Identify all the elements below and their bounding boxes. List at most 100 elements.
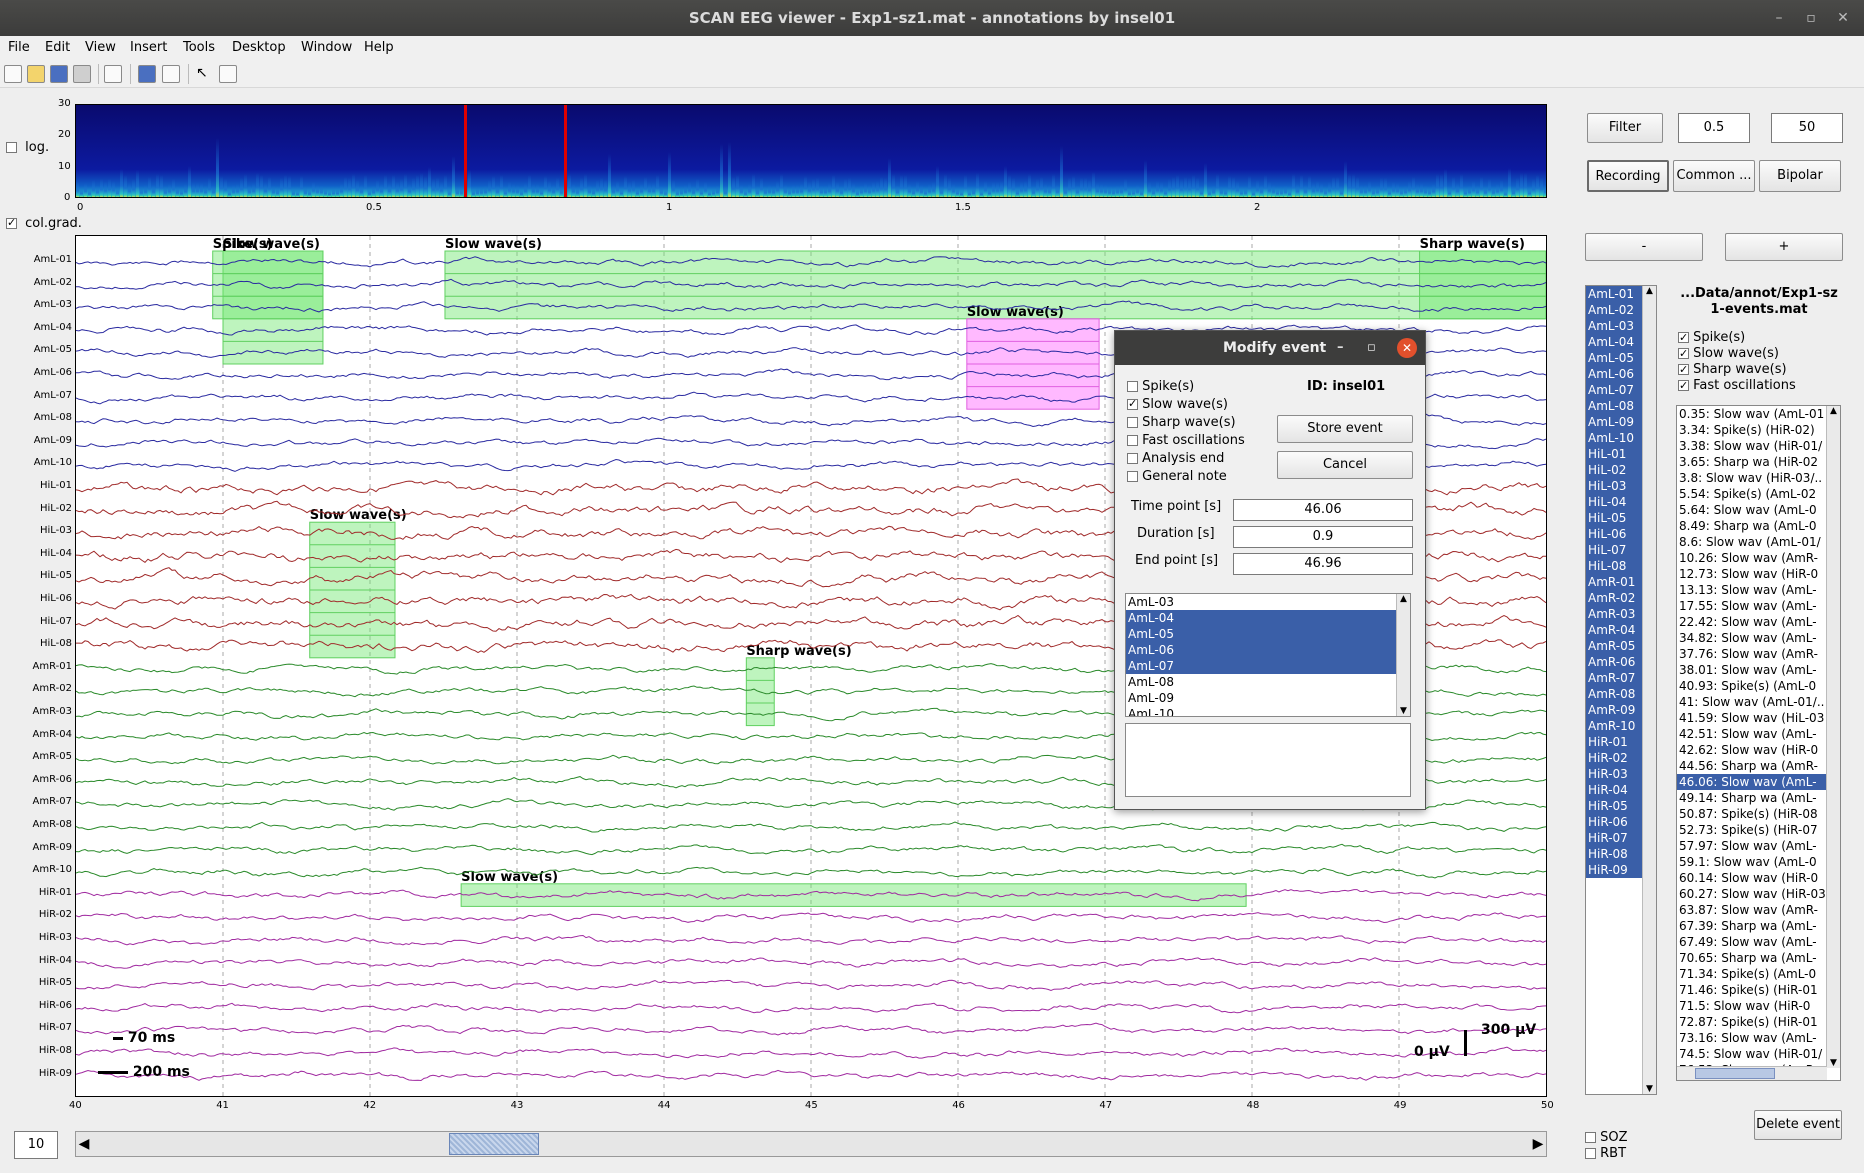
rbt-checkbox[interactable]: RBT [1585,1146,1628,1162]
duration-input[interactable]: 0.9 [1233,526,1413,548]
event-list-item[interactable]: 3.65: Sharp wa (HiR-02 [1677,454,1840,470]
dialog-maximize-icon[interactable]: ▫ [1367,331,1376,365]
event-list-item[interactable]: 3.38: Slow wav (HiR-01/ [1677,438,1840,454]
zoom-out-button[interactable]: - [1585,233,1703,261]
option-general-note[interactable]: General note [1127,469,1227,484]
filter-low-input[interactable]: 0.5 [1678,113,1750,143]
dialog-minimize-icon[interactable]: – [1337,331,1344,365]
dialog-close-icon[interactable]: ✕ [1397,338,1417,358]
dialog-channel-item[interactable]: AmL-06 [1126,642,1410,658]
event-list-item[interactable]: 22.42: Slow wav (AmL- [1677,614,1840,630]
event-list-item[interactable]: 50.87: Spike(s) (HiR-08 [1677,806,1840,822]
option-sharp-wave-box[interactable] [1127,417,1138,428]
time-point-input[interactable]: 46.06 [1233,499,1413,521]
colgrad-checkbox[interactable]: col.grad. [6,216,82,231]
menu-edit[interactable]: Edit [45,40,70,55]
filter-slow-wave[interactable]: Slow wave(s) [1678,346,1796,362]
filter-high-input[interactable]: 50 [1771,113,1843,143]
menu-view[interactable]: View [85,40,116,55]
store-event-button[interactable]: Store event [1277,415,1413,443]
filter-button[interactable]: Filter [1587,113,1663,143]
colgrad-checkbox-box[interactable] [6,216,17,229]
event-list-item[interactable]: 40.93: Spike(s) (AmL-0 [1677,678,1840,694]
menu-insert[interactable]: Insert [130,40,167,55]
event-list-item[interactable]: 12.73: Slow wav (HiR-0 [1677,566,1840,582]
event-list-item[interactable]: 5.64: Slow wav (AmL-0 [1677,502,1840,518]
event-list-item[interactable]: 49.14: Sharp wa (AmL- [1677,790,1840,806]
event-list-item[interactable]: 41.59: Slow wav (HiL-03 [1677,710,1840,726]
event-list[interactable]: 0.35: Slow wav (AmL-01 3.34: Spike(s) (Hi… [1676,405,1841,1081]
filter-slow-wave-box[interactable] [1678,346,1689,362]
event-list-item[interactable]: 17.55: Slow wav (AmL- [1677,598,1840,614]
event-scroll-up-icon[interactable]: ▲ [1827,406,1840,416]
scroll-left-icon[interactable]: ◀ [76,1132,92,1156]
recording-montage-button[interactable]: Recording [1587,160,1669,192]
delete-event-button[interactable]: Delete event [1754,1110,1842,1140]
open-folder-icon[interactable] [27,65,45,83]
event-list-item[interactable]: 74.5: Slow wav (HiR-01/ [1677,1046,1840,1062]
new-file-icon[interactable] [4,65,22,83]
event-list-item[interactable]: 38.01: Slow wav (AmL- [1677,662,1840,678]
event-hscroll-thumb[interactable] [1695,1068,1775,1079]
event-list-scrollbar[interactable]: ▲ ▼ [1826,406,1840,1068]
event-list-item[interactable]: 8.6: Slow wav (AmL-01/ [1677,534,1840,550]
dialog-channel-item[interactable]: AmL-05 [1126,626,1410,642]
filter-sharp-wave-box[interactable] [1678,362,1689,378]
print-icon[interactable] [73,65,91,83]
scroll-up-icon[interactable]: ▲ [1643,286,1656,296]
dialog-channel-item[interactable]: AmL-08 [1126,674,1410,690]
option-sharp-wave[interactable]: Sharp wave(s) [1127,415,1236,430]
event-list-item[interactable]: 71.34: Spike(s) (AmL-0 [1677,966,1840,982]
menu-file[interactable]: File [8,40,30,55]
scroll-thumb[interactable] [449,1133,539,1155]
dialog-channel-list[interactable]: AmL-03 AmL-04 AmL-05 AmL-06 AmL-07 AmL-08 AmL-… [1125,593,1411,717]
legend-icon[interactable] [162,65,180,83]
option-slow-wave-box[interactable] [1127,397,1138,410]
channel-list-scrollbar[interactable]: ▲ ▼ [1642,286,1656,1094]
pointer-icon[interactable]: ↖ [196,65,214,83]
log-checkbox[interactable]: log. [6,140,49,155]
print-preview-icon[interactable] [104,65,122,83]
scroll-down-icon[interactable]: ▼ [1643,1084,1656,1094]
event-scroll-down-icon[interactable]: ▼ [1827,1058,1840,1068]
event-list-item[interactable]: 5.54: Spike(s) (AmL-02 [1677,486,1840,502]
option-fast-osc-box[interactable] [1127,435,1138,446]
dialog-scroll-up-icon[interactable]: ▲ [1397,594,1410,604]
bipolar-montage-button[interactable]: Bipolar [1759,160,1841,192]
event-list-item[interactable]: 71.5: Slow wav (HiR-0 [1677,998,1840,1014]
soz-checkbox[interactable]: SOZ [1585,1130,1628,1146]
rbt-checkbox-box[interactable] [1585,1148,1596,1159]
soz-checkbox-box[interactable] [1585,1132,1596,1143]
scroll-right-icon[interactable]: ▶ [1530,1132,1546,1156]
close-icon[interactable]: ✕ [1828,0,1858,36]
menu-desktop[interactable]: Desktop [232,40,286,55]
dialog-channel-item[interactable]: AmL-07 [1126,658,1410,674]
option-analysis-end-box[interactable] [1127,453,1138,464]
event-list-item[interactable]: 0.35: Slow wav (AmL-01 [1677,406,1840,422]
event-list-item[interactable]: 59.1: Slow wav (AmL-0 [1677,854,1840,870]
time-scrollbar[interactable]: ◀ ▶ [75,1131,1547,1157]
filter-fast-osc[interactable]: Fast oscillations [1678,378,1796,394]
minimize-icon[interactable]: – [1764,0,1794,36]
filter-fast-osc-box[interactable] [1678,378,1689,394]
cancel-button[interactable]: Cancel [1277,451,1413,479]
menu-help[interactable]: Help [364,40,394,55]
option-spike[interactable]: Spike(s) [1127,379,1194,394]
channel-list[interactable]: AmL-01 AmL-02 AmL-03 AmL-04 AmL-05 AmL-06 AmL-… [1585,285,1657,1095]
event-list-item[interactable]: 37.76: Slow wav (AmR- [1677,646,1840,662]
menu-window[interactable]: Window [301,40,352,55]
filter-spike[interactable]: Spike(s) [1678,330,1796,346]
event-list-item[interactable]: 67.49: Slow wav (AmL- [1677,934,1840,950]
event-list-item[interactable]: 41: Slow wav (AmL-01/.. [1677,694,1840,710]
event-list-item[interactable]: 46.06: Slow wav (AmL- [1677,774,1840,790]
spectrogram-plot[interactable] [75,104,1547,198]
event-list-item[interactable]: 52.73: Spike(s) (HiR-07 [1677,822,1840,838]
event-list-item[interactable]: 3.34: Spike(s) (HiR-02) [1677,422,1840,438]
option-analysis-end[interactable]: Analysis end [1127,451,1224,466]
option-spike-box[interactable] [1127,381,1138,392]
zoom-in-button[interactable]: + [1725,233,1843,261]
event-list-item[interactable]: 10.26: Slow wav (AmR- [1677,550,1840,566]
event-list-item[interactable]: 57.97: Slow wav (AmL- [1677,838,1840,854]
option-slow-wave[interactable]: Slow wave(s) [1127,397,1228,412]
common-montage-button[interactable]: Common ... [1673,160,1755,192]
